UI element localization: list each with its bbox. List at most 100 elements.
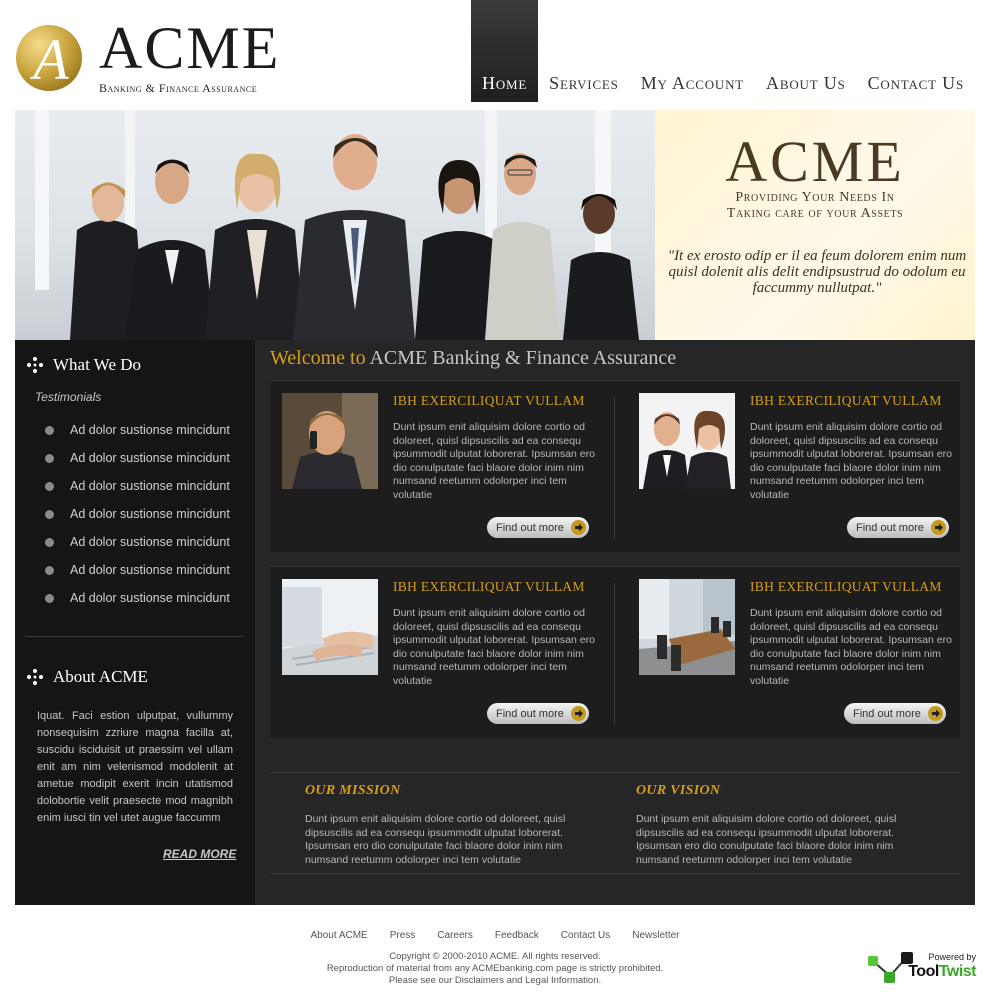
footer-link-careers[interactable]: Careers — [437, 930, 473, 941]
bullet-icon — [45, 537, 54, 547]
card-text: Dunt ipsum enit aliquisim dolore cortio … — [393, 421, 595, 501]
tooltwist-badge[interactable]: Powered by ToolTwist — [866, 950, 977, 986]
list-item[interactable]: Ad dolor sustionse mincidunt — [45, 584, 230, 612]
banner-title: ACME — [725, 129, 905, 194]
feature-panel: IBH EXERCILIQUAT VULLAM Dunt ipsum enit … — [270, 380, 960, 552]
card-text: Dunt ipsum enit aliquisim dolore cortio … — [750, 607, 952, 687]
hero-banner: ACME Providing Your Needs In Taking care… — [15, 110, 975, 340]
what-we-do-title: What We Do — [53, 355, 142, 374]
card-title: IBH EXERCILIQUAT VULLAM — [750, 579, 942, 594]
main-nav: Home Services My Account About Us Contac… — [471, 0, 975, 102]
footer-links: About ACME Press Careers Feedback Contac… — [0, 930, 990, 941]
welcome-heading: Welcome to ACME Banking & Finance Assura… — [270, 347, 676, 370]
nav-contact-us[interactable]: Contact Us — [857, 0, 975, 102]
mission-section: OUR MISSION Dunt ipsum enit aliquisim do… — [305, 783, 605, 867]
business-team-photo — [15, 110, 655, 340]
nav-about-us[interactable]: About Us — [755, 0, 857, 102]
sidebar-divider — [25, 636, 243, 637]
about-acme-title: About ACME — [53, 667, 148, 686]
arrow-right-icon — [571, 520, 586, 535]
footer-reproduction: Reproduction of material from any ACMEba… — [326, 963, 664, 974]
acme-logo[interactable]: A ACME Banking & Finance Assurance — [15, 18, 285, 96]
footer-link-press[interactable]: Press — [390, 930, 416, 941]
feature-card: IBH EXERCILIQUAT VULLAM Dunt ipsum enit … — [639, 393, 969, 543]
business-couple-image — [639, 393, 735, 489]
list-item[interactable]: Ad dolor sustionse mincidunt — [45, 472, 230, 500]
list-item[interactable]: Ad dolor sustionse mincidunt — [45, 416, 230, 444]
feature-card: IBH EXERCILIQUAT VULLAM Dunt ipsum enit … — [282, 393, 612, 543]
find-out-more-button[interactable]: Find out more — [487, 517, 589, 538]
boardroom-image — [639, 579, 735, 675]
feature-panel: IBH EXERCILIQUAT VULLAM Dunt ipsum enit … — [270, 566, 960, 738]
bullet-icon — [45, 481, 54, 491]
list-item[interactable]: Ad dolor sustionse mincidunt — [45, 500, 230, 528]
footer-disclaimer[interactable]: Please see our Disclaimers and Legal Inf… — [0, 975, 990, 987]
welcome-company: ACME Banking & Finance Assurance — [369, 347, 677, 369]
banner-subtitle-line1: Providing Your Needs In — [735, 190, 895, 205]
nav-home[interactable]: Home — [471, 0, 539, 102]
find-out-more-button[interactable]: Find out more — [487, 703, 589, 724]
services-list: Ad dolor sustionse mincidunt Ad dolor su… — [45, 416, 230, 612]
mission-top-divider — [270, 772, 960, 773]
footer-link-newsletter[interactable]: Newsletter — [632, 930, 679, 941]
footer-copyright: Copyright © 2000-2010 ACME. All rights r… — [389, 951, 601, 962]
banner-quote: "It ex erosto odip er il ea feum dolorem… — [667, 248, 967, 296]
dots-icon — [27, 357, 43, 373]
list-item[interactable]: Ad dolor sustionse mincidunt — [45, 444, 230, 472]
feature-card: IBH EXERCILIQUAT VULLAM Dunt ipsum enit … — [282, 579, 612, 729]
list-item[interactable]: Ad dolor sustionse mincidunt — [45, 528, 230, 556]
man-on-phone-image — [282, 393, 378, 489]
typing-keyboard-image — [282, 579, 378, 675]
list-item[interactable]: Ad dolor sustionse mincidunt — [45, 556, 230, 584]
what-we-do-heading: What We Do — [25, 354, 141, 376]
banner-subtitle-line2: Taking care of your Assets — [726, 206, 904, 221]
card-title: IBH EXERCILIQUAT VULLAM — [393, 393, 585, 408]
card-divider — [614, 583, 615, 725]
read-more-link[interactable]: READ MORE — [163, 847, 236, 861]
welcome-prefix: Welcome to — [270, 347, 366, 369]
bullet-icon — [45, 425, 54, 435]
feature-card: IBH EXERCILIQUAT VULLAM Dunt ipsum enit … — [639, 579, 969, 729]
card-title: IBH EXERCILIQUAT VULLAM — [750, 393, 942, 408]
logo-tagline: Banking & Finance Assurance — [99, 81, 258, 95]
footer-link-contact[interactable]: Contact Us — [561, 930, 610, 941]
bullet-icon — [45, 565, 54, 575]
sidebar: What We Do Testimonials Ad dolor sustion… — [15, 340, 255, 905]
find-out-more-button[interactable]: Find out more — [844, 703, 946, 724]
vision-title: OUR VISION — [636, 783, 721, 798]
find-out-more-button[interactable]: Find out more — [847, 517, 949, 538]
banner-subtitle: Providing Your Needs In Taking care of y… — [655, 190, 975, 222]
nav-my-account[interactable]: My Account — [630, 0, 755, 102]
logo-name: ACME — [99, 15, 281, 81]
arrow-right-icon — [571, 706, 586, 721]
card-text: Dunt ipsum enit aliquisim dolore cortio … — [393, 607, 595, 687]
vision-text: Dunt ipsum enit aliquisim dolore cortio … — [636, 813, 897, 866]
bullet-icon — [45, 453, 54, 463]
footer-link-feedback[interactable]: Feedback — [495, 930, 539, 941]
acme-monogram-icon: A — [16, 25, 82, 92]
site-header: A ACME Banking & Finance Assurance Home … — [0, 0, 990, 110]
mission-text: Dunt ipsum enit aliquisim dolore cortio … — [305, 813, 566, 866]
powered-by-label: Powered by — [928, 952, 976, 962]
vision-section: OUR VISION Dunt ipsum enit aliquisim dol… — [636, 783, 936, 867]
tooltwist-logo-icon — [868, 952, 913, 983]
dots-icon — [27, 669, 43, 685]
card-divider — [614, 397, 615, 539]
mission-title: OUR MISSION — [305, 783, 401, 798]
nav-services[interactable]: Services — [538, 0, 630, 102]
bullet-icon — [45, 509, 54, 519]
card-title: IBH EXERCILIQUAT VULLAM — [393, 579, 585, 594]
arrow-right-icon — [928, 706, 943, 721]
about-acme-heading: About ACME — [25, 666, 148, 688]
testimonials-label[interactable]: Testimonials — [35, 390, 101, 404]
mission-bottom-divider — [270, 873, 960, 874]
tooltwist-name: ToolTwist — [908, 963, 976, 980]
footer-link-about[interactable]: About ACME — [310, 930, 367, 941]
svg-text:A: A — [29, 27, 69, 92]
arrow-right-icon — [931, 520, 946, 535]
main-content-area: What We Do Testimonials Ad dolor sustion… — [15, 340, 975, 905]
card-text: Dunt ipsum enit aliquisim dolore cortio … — [750, 421, 952, 501]
about-acme-text: Iquat. Faci estion ulputpat, vullummy no… — [37, 710, 233, 824]
banner-tagline-panel: ACME Providing Your Needs In Taking care… — [655, 110, 975, 340]
bullet-icon — [45, 593, 54, 603]
